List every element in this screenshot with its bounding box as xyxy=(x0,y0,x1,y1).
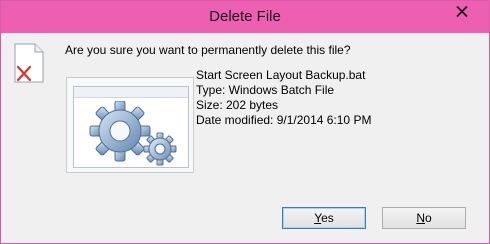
dialog-title: Delete File xyxy=(209,8,281,25)
no-button[interactable]: No xyxy=(382,207,466,229)
thumbnail-window-header xyxy=(74,87,188,98)
confirmation-message: Are you sure you want to permanently del… xyxy=(65,43,351,57)
file-size: Size: 202 bytes xyxy=(196,98,279,112)
title-bar[interactable]: Delete File xyxy=(1,1,489,33)
no-label-rest: o xyxy=(424,211,432,225)
gears-icon xyxy=(89,101,177,166)
file-name: Start Screen Layout Backup.bat xyxy=(196,68,366,82)
yes-button[interactable]: Yes xyxy=(282,207,366,229)
delete-file-dialog: Delete File Are you sure you want to per… xyxy=(0,0,490,244)
file-date-modified: Date modified: 9/1/2014 6:10 PM xyxy=(196,113,372,127)
deleted-file-icon xyxy=(14,43,44,83)
dialog-content: Are you sure you want to permanently del… xyxy=(9,33,481,237)
yes-label-rest: es xyxy=(321,211,334,225)
file-thumbnail xyxy=(66,77,194,173)
close-icon xyxy=(455,5,468,17)
file-type: Type: Windows Batch File xyxy=(196,83,335,97)
thumbnail-window xyxy=(73,86,189,168)
close-button[interactable] xyxy=(440,1,483,21)
file-details: Start Screen Layout Backup.bat Type: Win… xyxy=(196,68,371,128)
no-mnemonic: N xyxy=(416,211,425,225)
